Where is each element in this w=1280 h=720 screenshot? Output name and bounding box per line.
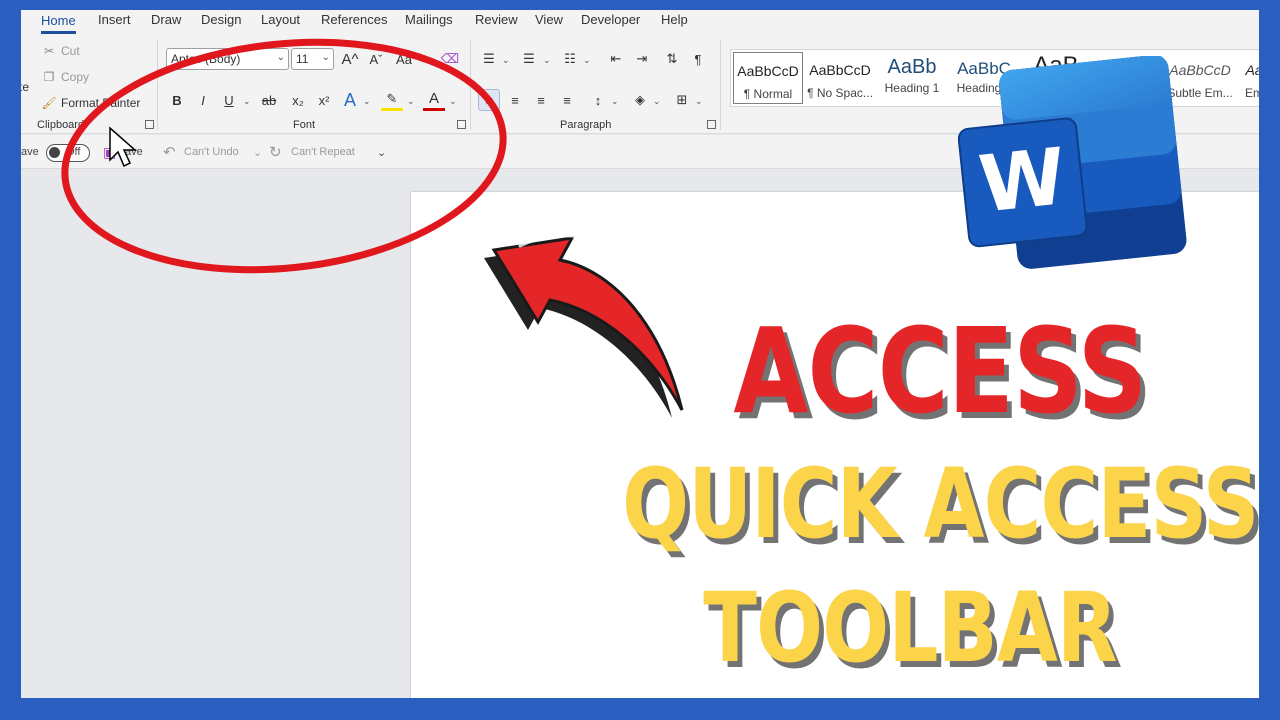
align-center-icon[interactable]: ≡ <box>504 89 526 111</box>
chevron-down-icon: ⌄ <box>276 52 285 63</box>
chevron-down-icon[interactable]: ⌄ <box>407 96 415 107</box>
toggle-knob <box>49 147 60 158</box>
copy-button[interactable]: ❐ Copy <box>41 70 89 84</box>
bullets-icon[interactable]: ☰ <box>478 48 500 70</box>
tab-review[interactable]: Review <box>475 12 518 27</box>
customize-qat-icon[interactable]: ⌄ <box>377 146 386 159</box>
paragraph-launcher-icon[interactable]: . <box>707 120 716 129</box>
cut-button[interactable]: ✂ Cut <box>41 44 80 58</box>
undo-button[interactable]: Can't Undo <box>184 146 239 158</box>
chevron-down-icon[interactable]: ⌄ <box>695 96 703 107</box>
sort-icon[interactable]: ⇅ <box>661 48 683 70</box>
save-label[interactable]: ave <box>125 146 143 158</box>
repeat-icon[interactable]: ↻ <box>269 143 282 161</box>
chevron-down-icon[interactable]: ⌄ <box>243 96 251 107</box>
paintbrush-icon: 🖌 <box>41 96 57 110</box>
chevron-down-icon[interactable]: ⌄ <box>611 96 619 107</box>
font-family-combo[interactable]: Aptos (Body) ⌄ <box>166 48 289 70</box>
autosave-label: ave <box>21 146 39 158</box>
chevron-down-icon[interactable]: ⌄ <box>449 96 457 107</box>
tab-layout[interactable]: Layout <box>261 12 300 27</box>
style-heading-1[interactable]: AaBb Heading 1 <box>877 52 947 104</box>
highlight-icon[interactable]: ✎ <box>381 89 403 111</box>
line-spacing-icon[interactable]: ↕ <box>587 89 609 111</box>
autosave-toggle[interactable]: Off <box>46 144 90 162</box>
save-icon[interactable]: ▣ <box>103 144 116 161</box>
underline-button[interactable]: U <box>218 89 240 111</box>
style-no-spacing[interactable]: AaBbCcD ¶ No Spac... <box>805 52 875 104</box>
tab-references[interactable]: References <box>321 12 387 27</box>
italic-button[interactable]: I <box>192 89 214 111</box>
headline-line-2: QUICK ACCESS <box>622 448 1259 560</box>
tab-draw[interactable]: Draw <box>151 12 181 27</box>
undo-icon[interactable]: ↶ <box>163 143 176 161</box>
headline-line-3: TOOLBAR <box>703 572 1117 684</box>
change-case-button[interactable]: Aa <box>393 48 415 70</box>
font-size-combo[interactable]: 11 ⌄ <box>291 48 334 70</box>
font-launcher-icon[interactable]: . <box>457 120 466 129</box>
decrease-indent-icon[interactable]: ⇤ <box>605 48 627 70</box>
increase-indent-icon[interactable]: ⇥ <box>631 48 653 70</box>
clipboard-group-label: Clipboard <box>37 119 85 131</box>
paragraph-group-label: Paragraph <box>560 119 612 131</box>
tab-help[interactable]: Help <box>661 12 688 27</box>
grow-font-button[interactable]: A^ <box>339 48 361 70</box>
chevron-down-icon[interactable]: ⌄ <box>502 55 510 66</box>
strikethrough-button[interactable]: ab <box>258 89 280 111</box>
chevron-down-icon: ⌄ <box>321 52 330 63</box>
superscript-button[interactable]: x² <box>313 89 335 111</box>
font-group-label: Font <box>293 119 316 131</box>
paste-button[interactable]: te <box>21 80 29 94</box>
justify-icon[interactable]: ≡ <box>556 89 578 111</box>
repeat-button[interactable]: Can't Repeat <box>291 146 355 158</box>
multilevel-list-icon[interactable]: ☷ <box>559 48 581 70</box>
pilcrow-icon[interactable]: ¶ <box>687 48 709 70</box>
headline-line-1: ACCESS <box>733 302 1147 440</box>
clipboard-launcher-icon[interactable]: . <box>145 120 154 129</box>
word-logo-icon: W <box>958 56 1187 269</box>
divider <box>157 40 158 130</box>
tab-home[interactable]: Home <box>41 13 76 34</box>
text-effects-button[interactable]: A <box>339 89 361 111</box>
chevron-down-icon[interactable]: ⌄ <box>253 146 262 159</box>
tab-mailings[interactable]: Mailings <box>405 12 453 27</box>
style-normal[interactable]: AaBbCcD ¶ Normal <box>733 52 803 104</box>
borders-icon[interactable]: ⊞ <box>671 89 693 111</box>
bold-button[interactable]: B <box>166 89 188 111</box>
ribbon-tabs: Home Insert Draw Design Layout Reference… <box>21 10 1259 36</box>
tab-insert[interactable]: Insert <box>98 12 131 27</box>
logo-letter: W <box>975 132 1070 231</box>
copy-icon: ❐ <box>43 70 55 84</box>
chevron-down-icon[interactable]: ⌄ <box>543 55 551 66</box>
shrink-font-button[interactable]: Aˇ <box>365 48 387 70</box>
style-emphasis[interactable]: Aa Em <box>1237 52 1259 104</box>
align-left-icon[interactable]: ≡ <box>478 89 500 111</box>
align-right-icon[interactable]: ≡ <box>530 89 552 111</box>
shading-icon[interactable]: ◈ <box>629 89 651 111</box>
tab-view[interactable]: View <box>535 12 563 27</box>
subscript-button[interactable]: x₂ <box>287 89 309 111</box>
scissors-icon: ✂ <box>43 44 55 58</box>
tab-design[interactable]: Design <box>201 12 241 27</box>
chevron-down-icon[interactable]: ⌄ <box>363 96 371 107</box>
chevron-down-icon[interactable]: ⌄ <box>583 55 591 66</box>
format-painter-button[interactable]: 🖌 Format Painter <box>41 96 140 110</box>
divider <box>470 40 471 130</box>
chevron-down-icon[interactable]: ⌄ <box>653 96 661 107</box>
font-color-button[interactable]: A <box>423 89 445 111</box>
numbering-icon[interactable]: ☰ <box>518 48 540 70</box>
divider <box>720 40 721 130</box>
tab-developer[interactable]: Developer <box>581 12 640 27</box>
clear-formatting-icon[interactable]: ⌫ <box>439 48 461 70</box>
